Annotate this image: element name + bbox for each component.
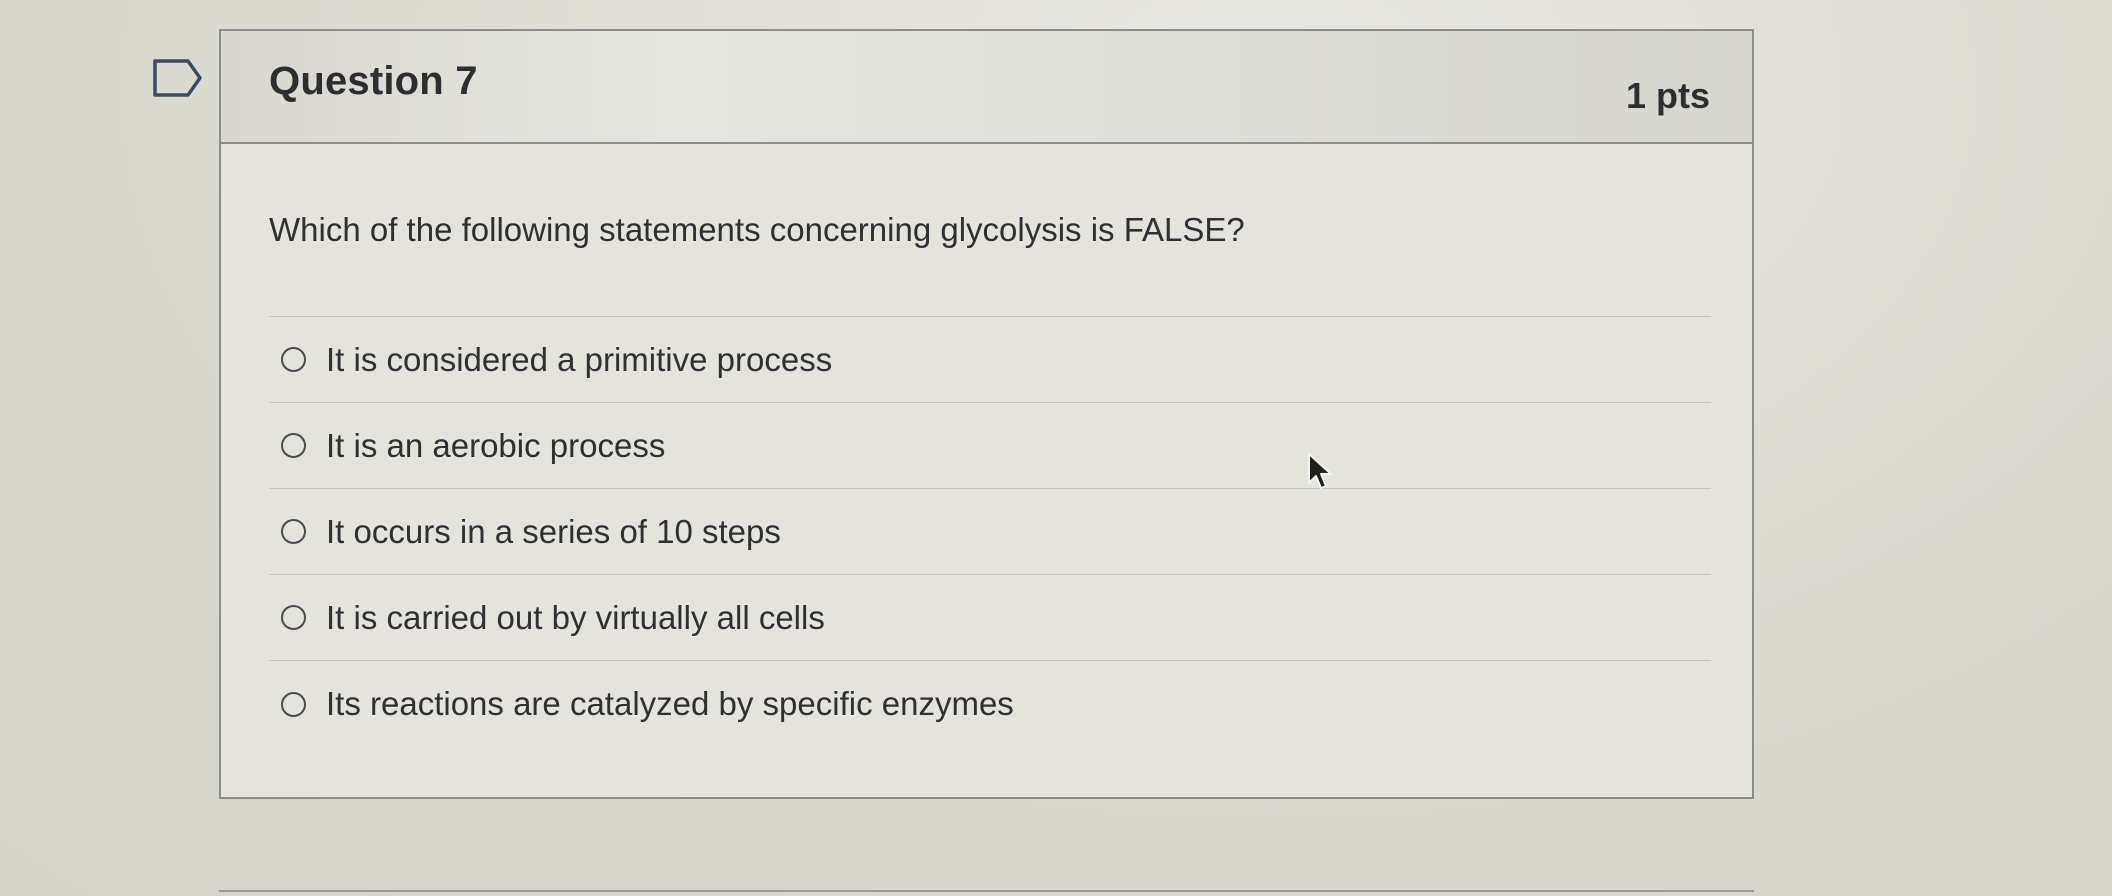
- radio-button[interactable]: [281, 519, 306, 544]
- answer-label[interactable]: It occurs in a series of 10 steps: [326, 513, 781, 551]
- question-points: 1 pts: [1625, 75, 1710, 116]
- answer-label[interactable]: It is carried out by virtually all cells: [326, 599, 825, 637]
- question-header: Question 7 1 pts: [221, 31, 1752, 144]
- radio-button[interactable]: [281, 433, 306, 458]
- radio-button[interactable]: [281, 691, 306, 717]
- answer-option[interactable]: Its reactions are catalyzed by specific …: [269, 661, 1711, 747]
- mouse-pointer-icon: [1308, 453, 1332, 489]
- radio-button[interactable]: [281, 347, 306, 372]
- answer-label[interactable]: It is an aerobic process: [326, 427, 665, 465]
- radio-button[interactable]: [281, 605, 306, 630]
- answer-option[interactable]: It is considered a primitive process: [269, 317, 1711, 403]
- answer-option[interactable]: It is an aerobic process: [269, 403, 1711, 489]
- question-card: Question 7 1 pts Which of the following …: [219, 29, 1754, 799]
- answer-label[interactable]: Its reactions are catalyzed by specific …: [326, 685, 1014, 723]
- question-title: Question 7: [269, 59, 478, 103]
- question-prompt: Which of the following statements concer…: [269, 211, 1245, 248]
- next-question-border: [219, 890, 1754, 892]
- answer-list: It is considered a primitive process It …: [269, 316, 1711, 747]
- answer-option[interactable]: It is carried out by virtually all cells: [269, 575, 1711, 661]
- answer-label[interactable]: It is considered a primitive process: [326, 341, 832, 379]
- flag-question-icon[interactable]: [152, 58, 204, 98]
- answer-option[interactable]: It occurs in a series of 10 steps: [269, 489, 1711, 575]
